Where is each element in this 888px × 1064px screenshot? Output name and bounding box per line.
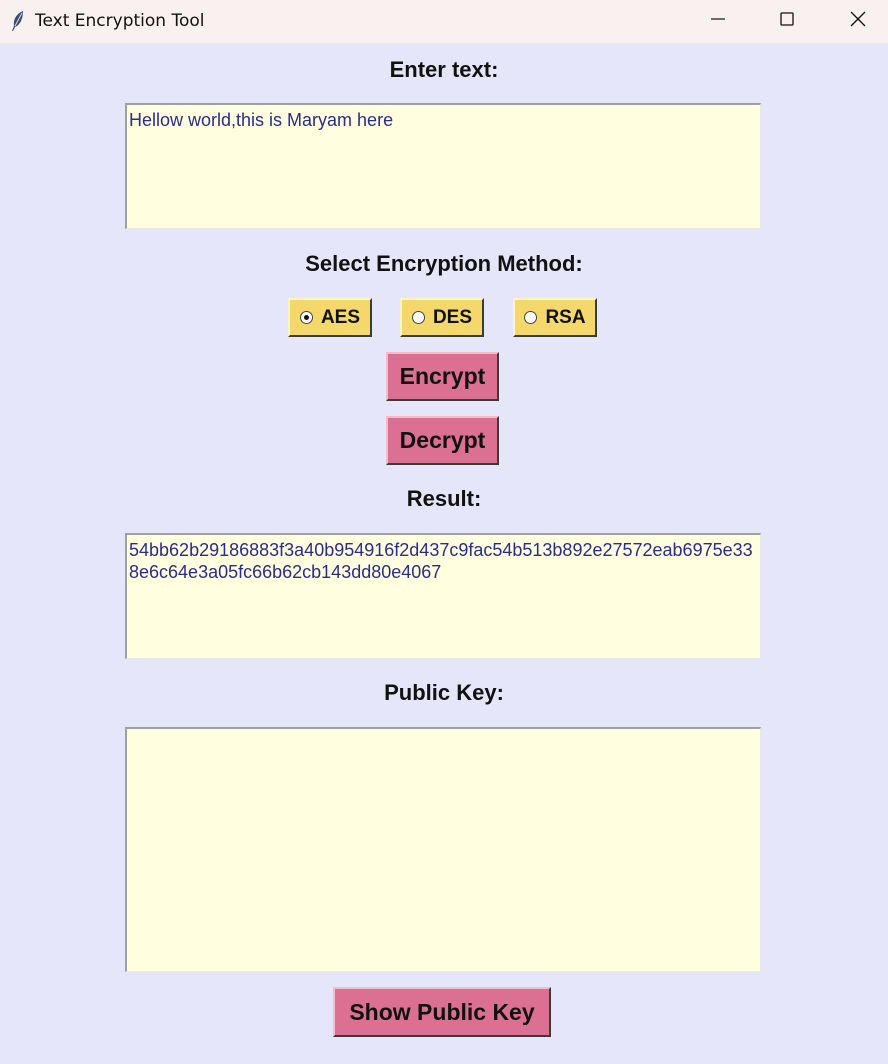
result-text-area[interactable]: 54bb62b29186883f3a40b954916f2d437c9fac54… bbox=[125, 533, 761, 659]
input-text-area[interactable]: Hellow world,this is Maryam here bbox=[125, 103, 761, 229]
public-key-label: Public Key: bbox=[384, 680, 504, 705]
radio-aes[interactable]: AES bbox=[288, 298, 372, 337]
close-button[interactable] bbox=[823, 0, 888, 43]
decrypt-button[interactable]: Decrypt bbox=[386, 416, 499, 465]
public-key-text-area[interactable] bbox=[125, 727, 761, 972]
radio-rsa[interactable]: RSA bbox=[513, 298, 597, 337]
radio-des-label: DES bbox=[432, 306, 473, 328]
feather-icon bbox=[10, 10, 26, 32]
radio-rsa-label: RSA bbox=[545, 306, 586, 328]
minimize-icon bbox=[710, 11, 726, 32]
title-bar: Text Encryption Tool bbox=[0, 0, 888, 43]
radio-aes-label: AES bbox=[320, 306, 361, 328]
result-label: Result: bbox=[406, 486, 482, 511]
encrypt-button[interactable]: Encrypt bbox=[386, 352, 499, 401]
maximize-button[interactable] bbox=[752, 0, 822, 43]
radio-indicator-icon bbox=[299, 311, 313, 324]
select-method-label: Select Encryption Method: bbox=[305, 251, 583, 276]
radio-indicator-icon bbox=[524, 311, 538, 324]
show-public-key-button[interactable]: Show Public Key bbox=[333, 987, 551, 1037]
radio-des[interactable]: DES bbox=[400, 298, 484, 337]
minimize-button[interactable] bbox=[683, 0, 753, 43]
window-title: Text Encryption Tool bbox=[35, 11, 205, 31]
maximize-icon bbox=[779, 11, 795, 32]
close-icon bbox=[850, 11, 866, 32]
enter-text-label: Enter text: bbox=[389, 57, 499, 82]
radio-indicator-icon bbox=[411, 311, 425, 324]
